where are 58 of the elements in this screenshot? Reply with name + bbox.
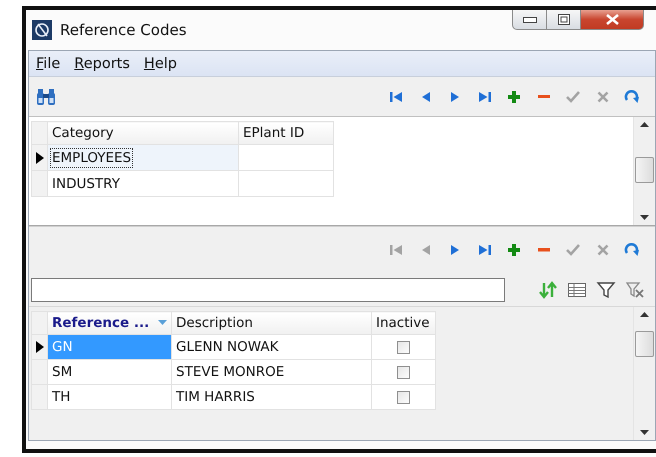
row-indicator[interactable] xyxy=(32,144,48,170)
vertical-scrollbar[interactable] xyxy=(633,307,655,440)
column-header[interactable]: Category xyxy=(48,122,238,144)
funnel-cross-icon xyxy=(624,280,644,298)
cross-icon xyxy=(594,88,611,104)
current-row-pointer-icon xyxy=(36,152,44,164)
table-cell: GLENN NOWAK xyxy=(172,334,372,360)
restore-button[interactable] xyxy=(547,10,581,30)
table-cell: TIM HARRIS xyxy=(172,384,372,410)
minimize-button[interactable] xyxy=(512,10,547,30)
menu-item[interactable]: Reports xyxy=(67,56,137,72)
skip-first-icon xyxy=(388,242,404,258)
search-field[interactable] xyxy=(31,278,505,302)
checkmark-icon xyxy=(565,88,582,104)
scrollbar-thumb[interactable] xyxy=(635,331,654,357)
column-header[interactable]: Reference ... xyxy=(48,312,172,334)
app-logo-icon xyxy=(32,20,52,40)
current-row-pointer-icon xyxy=(36,341,44,353)
refresh-icon xyxy=(624,242,640,258)
checkmark-icon xyxy=(565,242,582,258)
cross-icon xyxy=(594,242,611,258)
funnel-icon xyxy=(596,280,616,298)
minimize-icon xyxy=(522,16,536,22)
close-icon xyxy=(606,14,618,25)
binoculars-icon xyxy=(35,88,57,106)
scrollbar-thumb[interactable] xyxy=(635,157,654,183)
row-indicator-header xyxy=(32,312,48,334)
restore-icon xyxy=(558,14,570,25)
scroll-up-arrow-icon[interactable] xyxy=(640,121,649,127)
plus-icon xyxy=(506,242,522,258)
skip-last-icon xyxy=(476,242,493,258)
column-header[interactable]: Description xyxy=(172,312,372,334)
search-button[interactable] xyxy=(35,88,57,106)
refresh-icon xyxy=(624,88,640,104)
table-cell: SM xyxy=(48,360,172,384)
scroll-down-arrow-icon[interactable] xyxy=(640,430,649,436)
sort-arrows-icon xyxy=(538,280,558,298)
minus-icon xyxy=(538,94,550,98)
scroll-up-arrow-icon[interactable] xyxy=(640,311,649,317)
menu-item[interactable]: Help xyxy=(136,56,184,72)
table-cell: EMPLOYEES xyxy=(48,144,238,170)
table-cell: TH xyxy=(48,384,172,410)
table-cell: INDUSTRY xyxy=(48,170,238,196)
close-button[interactable] xyxy=(581,10,644,30)
table-cell: STEVE MONROE xyxy=(172,360,372,384)
sort-descending-icon xyxy=(158,320,167,326)
vertical-scrollbar[interactable] xyxy=(633,117,655,225)
column-header[interactable]: Inactive xyxy=(372,312,436,334)
menu-item[interactable]: File xyxy=(29,56,68,72)
column-header[interactable]: EPlant ID xyxy=(238,122,334,144)
minus-icon xyxy=(538,248,550,252)
table-icon xyxy=(566,280,586,298)
row-indicator-header xyxy=(32,122,48,144)
window-title: Reference Codes xyxy=(60,21,187,39)
row-indicator[interactable] xyxy=(32,334,48,360)
table-cell: GN xyxy=(48,334,172,360)
plus-icon xyxy=(506,88,522,104)
scroll-down-arrow-icon[interactable] xyxy=(640,215,649,221)
